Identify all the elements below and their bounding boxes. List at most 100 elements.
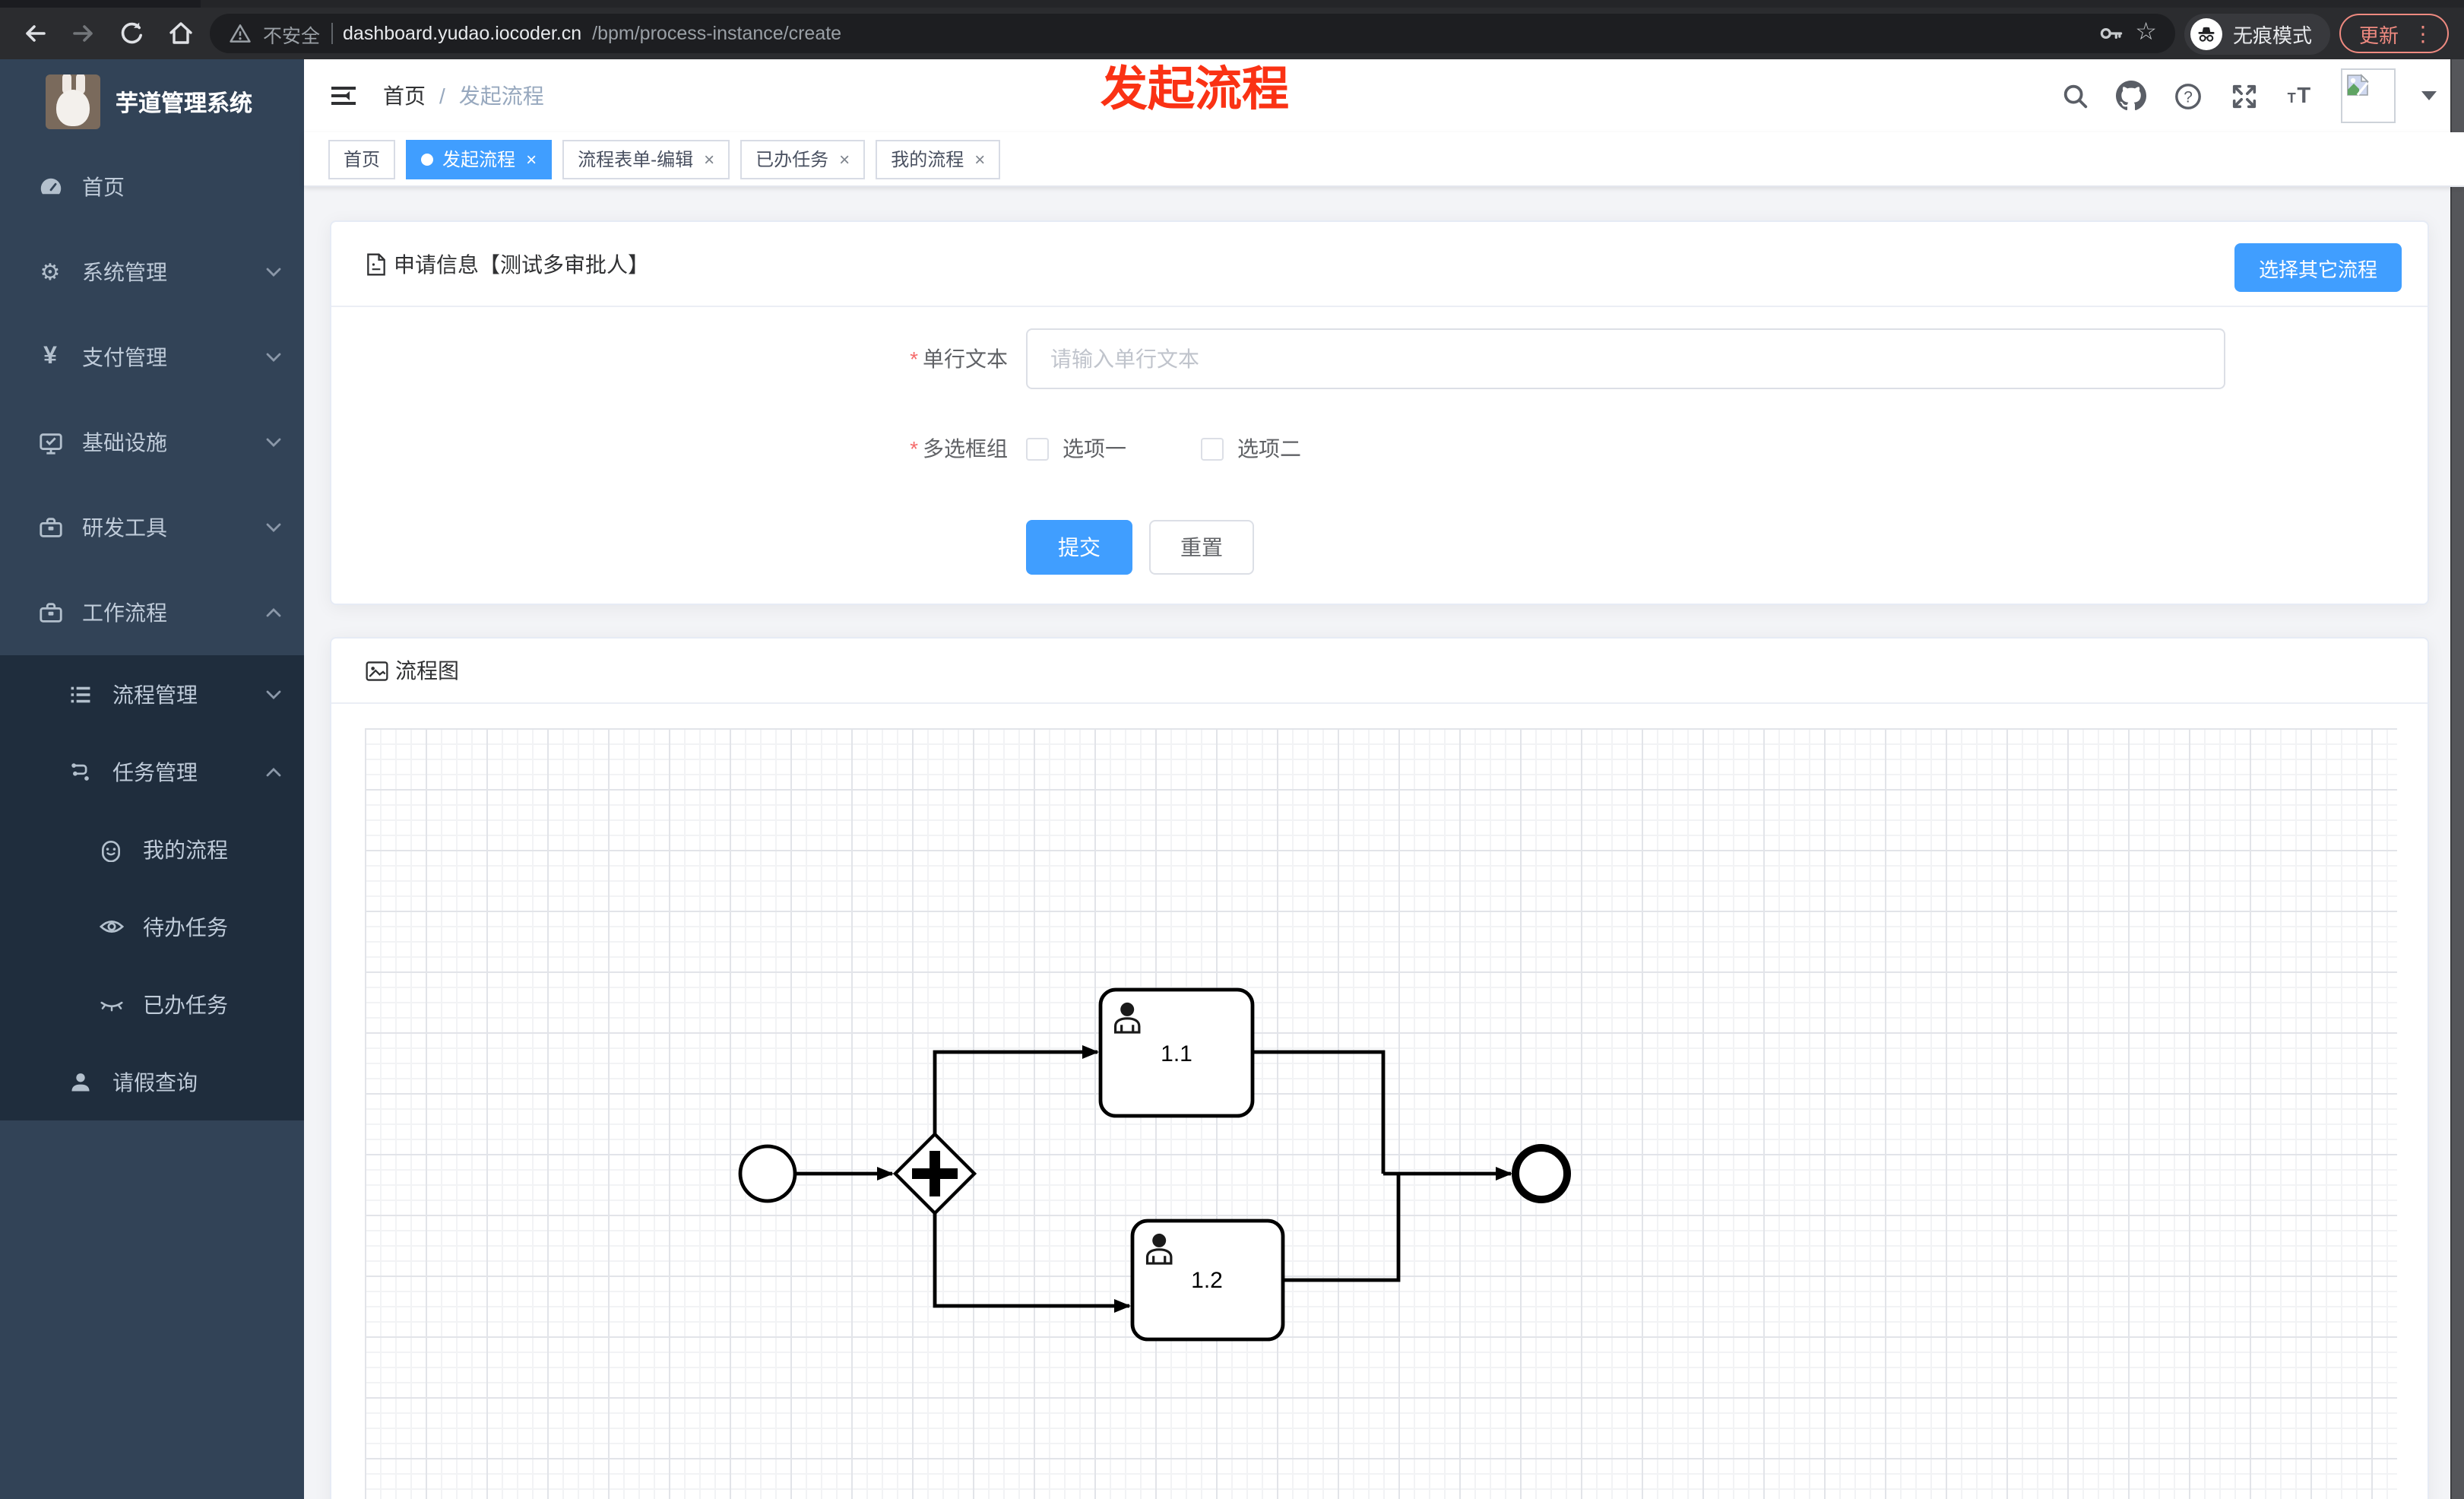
process-diagram-card: 流程图 1.1 1.2 (330, 637, 2429, 1499)
browser-active-tab[interactable] (0, 0, 201, 8)
checkbox-group-label: * 多选框组 (910, 436, 1008, 461)
chevron-down-icon (266, 268, 281, 277)
edge-task11-join (1253, 1050, 1386, 1174)
breadcrumb-separator: / (439, 84, 445, 108)
reload-button[interactable] (112, 14, 152, 53)
forward-button[interactable] (64, 14, 103, 53)
sidebar-item-label: 已办任务 (143, 992, 228, 1016)
diagram-card-title: 流程图 (395, 658, 459, 683)
sidebar-item-system[interactable]: ⚙ 系统管理 (0, 230, 304, 315)
checkbox-option-1-label[interactable]: 选项一 (1063, 433, 1126, 464)
reset-button[interactable]: 重置 (1149, 520, 1254, 575)
submit-button[interactable]: 提交 (1026, 520, 1132, 575)
diagram-card-header: 流程图 (331, 639, 2428, 704)
svg-text:?: ? (2183, 88, 2192, 106)
active-dot (421, 153, 434, 165)
home-icon (169, 22, 192, 44)
bpmn-start-event[interactable] (738, 1144, 797, 1203)
back-arrow-icon (26, 25, 46, 42)
back-button[interactable] (15, 14, 55, 53)
flow-icon (67, 758, 94, 785)
help-icon[interactable]: ? (2172, 81, 2203, 111)
sidebar-item-label: 工作流程 (82, 601, 167, 625)
avatar[interactable] (2341, 68, 2396, 123)
tag-label: 已办任务 (755, 149, 829, 170)
app-title: 芋道管理系统 (116, 90, 253, 116)
sidebar-item-my-process[interactable]: 我的流程 (0, 810, 304, 888)
page-scrollbar[interactable] (2450, 59, 2464, 1499)
breadcrumb-home[interactable]: 首页 (383, 81, 426, 111)
chevron-up-icon (266, 767, 281, 776)
bpmn-parallel-gateway[interactable] (892, 1131, 977, 1216)
eye-icon (97, 913, 125, 940)
incognito-label: 无痕模式 (2232, 24, 2312, 46)
update-label: 更新 (2358, 24, 2399, 46)
dashboard-icon (36, 173, 64, 201)
sidebar-collapse-icon[interactable] (328, 81, 359, 111)
sidebar-item-label: 首页 (82, 175, 125, 199)
home-button[interactable] (161, 14, 201, 53)
sidebar-item-process-mgmt[interactable]: 流程管理 (0, 655, 304, 733)
sidebar-item-label: 基础设施 (82, 430, 167, 455)
bpmn-user-task-1-2[interactable]: 1.2 (1130, 1219, 1285, 1342)
tag-my-process[interactable]: 我的流程 × (876, 139, 1001, 179)
sidebar-item-label: 研发工具 (82, 515, 167, 540)
update-button[interactable]: 更新 ⋮ (2339, 14, 2449, 53)
annotation-text: 发起流程 (1101, 62, 1289, 116)
sidebar-logo[interactable]: 芋道管理系统 (0, 59, 304, 144)
sidebar-item-label: 流程管理 (112, 682, 198, 706)
edge-task12-join (1283, 1175, 1401, 1282)
tag-home[interactable]: 首页 (328, 139, 396, 179)
checkbox-option-2[interactable] (1201, 437, 1224, 460)
apply-card-title: 申请信息【测试多审批人】 (394, 252, 649, 276)
close-icon[interactable]: × (526, 148, 537, 170)
sidebar-item-leave-query[interactable]: 请假查询 (0, 1043, 304, 1120)
close-icon[interactable]: × (974, 148, 985, 170)
browser-menu-icon[interactable]: ⋮ (2412, 23, 2434, 44)
close-icon[interactable]: × (704, 148, 714, 170)
edge-gateway-task11 (933, 1045, 1099, 1134)
sidebar-item-done-tasks[interactable]: 已办任务 (0, 965, 304, 1043)
fullscreen-icon[interactable] (2228, 81, 2259, 111)
text-field-label: * 单行文本 (910, 347, 1008, 371)
checkbox-option-2-label[interactable]: 选项二 (1237, 433, 1301, 464)
font-size-icon[interactable]: TT (2285, 81, 2315, 111)
bpmn-canvas[interactable]: 1.1 1.2 (365, 728, 2397, 1499)
github-icon[interactable] (2116, 81, 2146, 111)
chevron-down-icon (266, 523, 281, 532)
tag-form-edit[interactable]: 流程表单-编辑 × (562, 139, 730, 179)
checkbox-option-1[interactable] (1026, 437, 1049, 460)
user-icon (67, 1068, 94, 1095)
task-label: 1.1 (1161, 1041, 1192, 1066)
sidebar-item-task-mgmt[interactable]: 任务管理 (0, 733, 304, 810)
sidebar-item-payment[interactable]: ¥ 支付管理 (0, 315, 304, 400)
task-label: 1.2 (1191, 1268, 1223, 1293)
tag-label: 流程表单-编辑 (578, 149, 694, 170)
avatar-caret-icon[interactable] (2421, 91, 2437, 100)
sidebar-item-label: 任务管理 (112, 759, 198, 784)
eye-closed-icon (97, 990, 125, 1018)
tag-start-process[interactable]: 发起流程 × (406, 139, 553, 179)
logo-image (46, 74, 100, 129)
browser-tabstrip (0, 0, 2464, 8)
image-icon (365, 659, 389, 682)
required-star: * (910, 436, 918, 461)
search-icon[interactable] (2060, 81, 2090, 111)
bookmark-star-icon[interactable]: ☆ (2135, 21, 2157, 46)
tag-done-tasks[interactable]: 已办任务 × (740, 139, 866, 179)
url-bar[interactable]: 不安全 dashboard.yudao.iocoder.cn/bpm/proce… (210, 14, 2175, 53)
bpmn-user-task-1-1[interactable]: 1.1 (1098, 987, 1255, 1118)
apply-info-card: 申请信息【测试多审批人】 选择其它流程 *单行文本 *多选框组 选项一 选项二 (330, 220, 2429, 605)
edge-gateway-task12 (933, 1213, 1131, 1313)
sidebar-item-todo-tasks[interactable]: 待办任务 (0, 888, 304, 965)
sidebar-item-devtools[interactable]: 研发工具 (0, 485, 304, 570)
sidebar-item-workflow[interactable]: 工作流程 (0, 570, 304, 655)
url-path: /bpm/process-instance/create (592, 23, 842, 44)
close-icon[interactable]: × (839, 148, 850, 170)
single-line-text-input[interactable] (1026, 328, 2225, 389)
sidebar-item-home[interactable]: 首页 (0, 144, 304, 230)
sidebar-item-infra[interactable]: 基础设施 (0, 400, 304, 485)
bpmn-end-event[interactable] (1512, 1144, 1571, 1203)
key-icon[interactable] (2097, 20, 2124, 47)
choose-other-process-button[interactable]: 选择其它流程 (2234, 243, 2402, 292)
